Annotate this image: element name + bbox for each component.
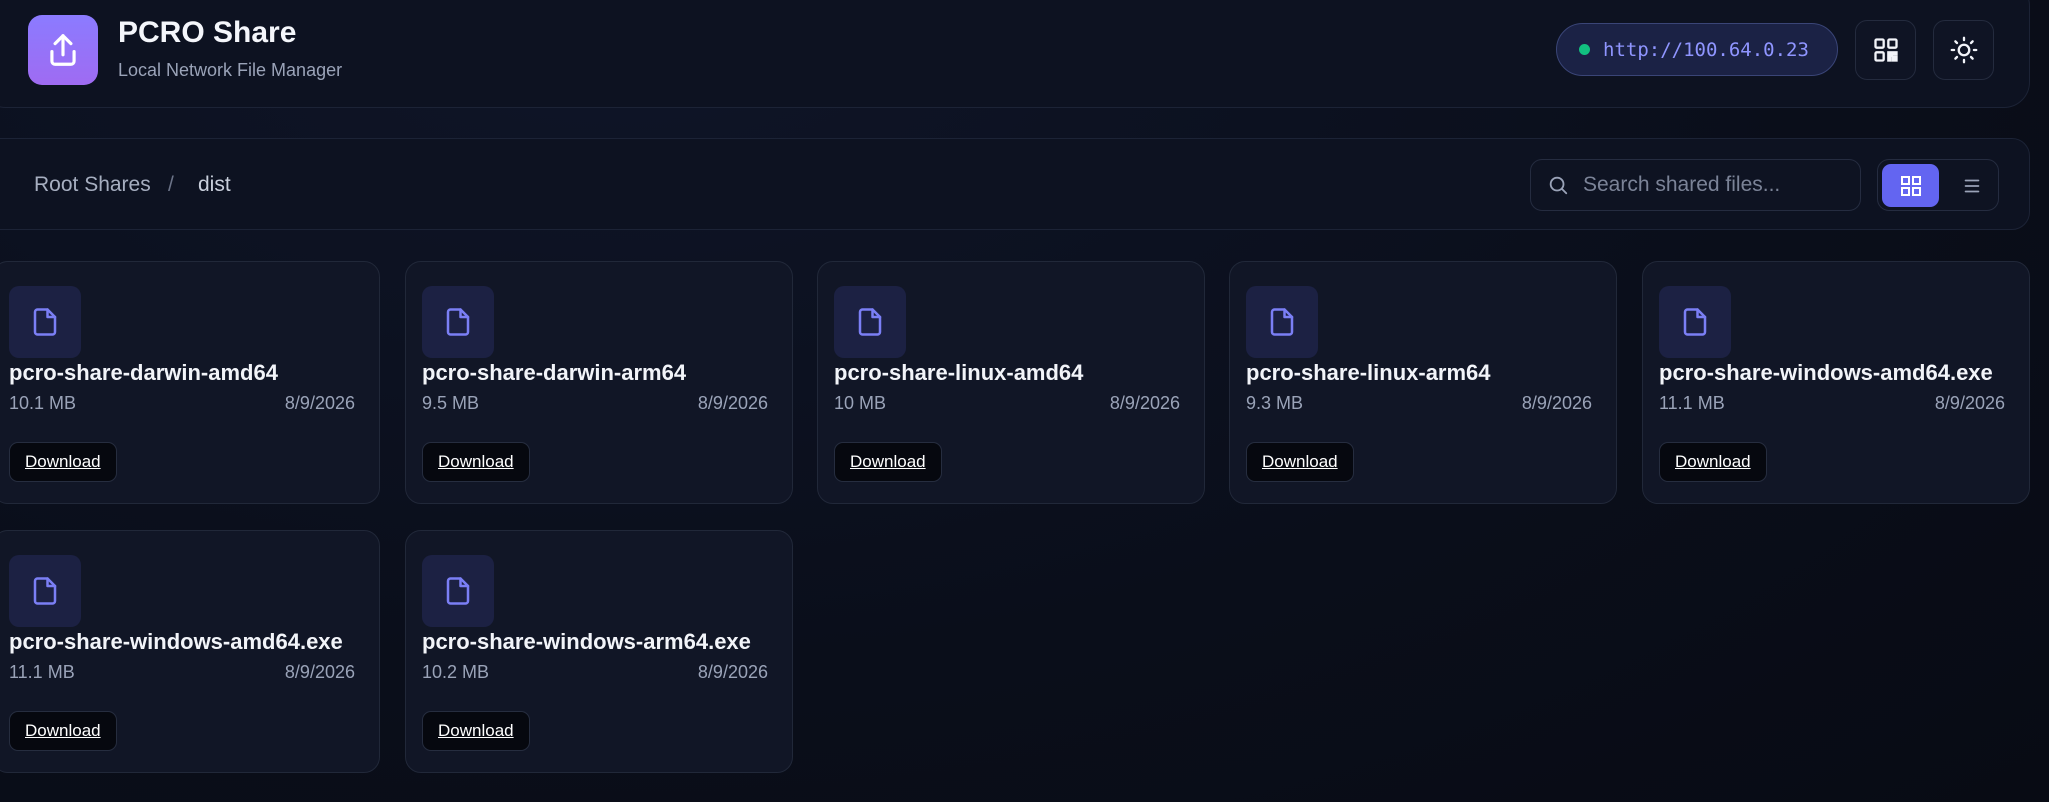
file-name: pcro-share-windows-amd64.exe bbox=[1659, 360, 1993, 385]
file-size: 11.1 MB bbox=[9, 662, 75, 682]
file-size: 10.1 MB bbox=[9, 393, 77, 413]
file-size: 11.1 MB bbox=[1659, 393, 1725, 413]
list-view-icon bbox=[1964, 179, 1980, 192]
file-card[interactable]: pcro-share-linux-arm64 9.3 MB 8/9/2026 Down… bbox=[1229, 261, 1617, 504]
file-date: 8/9/2026 bbox=[284, 393, 355, 413]
file-icon-tile bbox=[422, 286, 494, 358]
server-url: http://100.64.0.23 bbox=[1603, 38, 1809, 61]
server-url-pill[interactable]: http://100.64.0.23 bbox=[1556, 23, 1838, 76]
file-icon bbox=[1683, 308, 1707, 336]
qr-code-button[interactable] bbox=[1855, 20, 1916, 80]
app-subtitle: Local Network File Manager bbox=[118, 60, 343, 80]
download-button[interactable]: Download bbox=[1659, 442, 1767, 482]
search-input[interactable] bbox=[1583, 173, 1853, 197]
file-name: pcro-share-darwin-amd64 bbox=[9, 360, 278, 385]
search-icon bbox=[1549, 176, 1568, 195]
file-icon-tile bbox=[9, 555, 81, 627]
file-name: pcro-share-linux-arm64 bbox=[1246, 360, 1491, 385]
download-button[interactable]: Download bbox=[9, 711, 117, 751]
grid-view-icon bbox=[1900, 175, 1921, 196]
file-card[interactable]: pcro-share-darwin-amd64 10.1 MB 8/9/2026 Do… bbox=[0, 261, 380, 504]
file-date: 8/9/2026 bbox=[284, 662, 355, 682]
app-title: PCRO Share bbox=[118, 16, 297, 49]
file-date: 8/9/2026 bbox=[1109, 393, 1180, 413]
file-size: 10 MB bbox=[834, 393, 887, 413]
file-icon-tile bbox=[422, 555, 494, 627]
file-size: 9.5 MB bbox=[422, 393, 480, 413]
sun-icon bbox=[1950, 36, 1977, 64]
download-button[interactable]: Download bbox=[834, 442, 942, 482]
file-icon-tile bbox=[1246, 286, 1318, 358]
breadcrumb-separator: / bbox=[168, 173, 174, 196]
download-button[interactable]: Download bbox=[422, 711, 530, 751]
file-icon-tile bbox=[834, 286, 906, 358]
file-icon-tile bbox=[1659, 286, 1731, 358]
file-card[interactable]: pcro-share-linux-amd64 10 MB 8/9/2026 Downl… bbox=[817, 261, 1205, 504]
download-button[interactable]: Download bbox=[1246, 442, 1354, 482]
file-icon-tile bbox=[9, 286, 81, 358]
file-date: 8/9/2026 bbox=[1934, 393, 2005, 413]
qr-code-icon bbox=[1873, 38, 1898, 62]
file-size: 10.2 MB bbox=[422, 662, 490, 682]
file-name: pcro-share-windows-arm64.exe bbox=[422, 629, 751, 654]
file-icon bbox=[1270, 308, 1294, 336]
file-icon bbox=[446, 577, 470, 605]
grid-view-button[interactable] bbox=[1882, 164, 1939, 207]
download-button[interactable]: Download bbox=[422, 442, 530, 482]
theme-toggle-button[interactable] bbox=[1933, 20, 1994, 80]
file-icon bbox=[446, 308, 470, 336]
list-view-button[interactable] bbox=[1950, 164, 1994, 207]
file-date: 8/9/2026 bbox=[1521, 393, 1592, 413]
upload-share-icon bbox=[50, 34, 76, 66]
search-box bbox=[1530, 159, 1861, 211]
file-icon bbox=[33, 308, 57, 336]
file-name: pcro-share-darwin-arm64 bbox=[422, 360, 687, 385]
file-name: pcro-share-linux-amd64 bbox=[834, 360, 1084, 385]
file-date: 8/9/2026 bbox=[697, 662, 768, 682]
breadcrumb-root[interactable]: Root Shares bbox=[34, 173, 151, 197]
file-card[interactable]: pcro-share-windows-amd64.exe 11.1 MB 8/9/2… bbox=[0, 530, 380, 773]
file-size: 9.3 MB bbox=[1246, 393, 1304, 413]
file-card[interactable]: pcro-share-darwin-arm64 9.5 MB 8/9/2026 Dow… bbox=[405, 261, 793, 504]
view-toggle bbox=[1877, 159, 1999, 211]
file-date: 8/9/2026 bbox=[697, 393, 768, 413]
file-icon bbox=[858, 308, 882, 336]
file-icon bbox=[33, 577, 57, 605]
app-logo bbox=[28, 15, 98, 85]
breadcrumb-current[interactable]: dist bbox=[198, 173, 231, 197]
file-card[interactable]: pcro-share-windows-amd64.exe 11.1 MB 8/9/2… bbox=[1642, 261, 2030, 504]
download-button[interactable]: Download bbox=[9, 442, 117, 482]
file-name: pcro-share-windows-amd64.exe bbox=[9, 629, 343, 654]
online-status-dot bbox=[1579, 44, 1590, 55]
file-card[interactable]: pcro-share-windows-arm64.exe 10.2 MB 8/9/2… bbox=[405, 530, 793, 773]
